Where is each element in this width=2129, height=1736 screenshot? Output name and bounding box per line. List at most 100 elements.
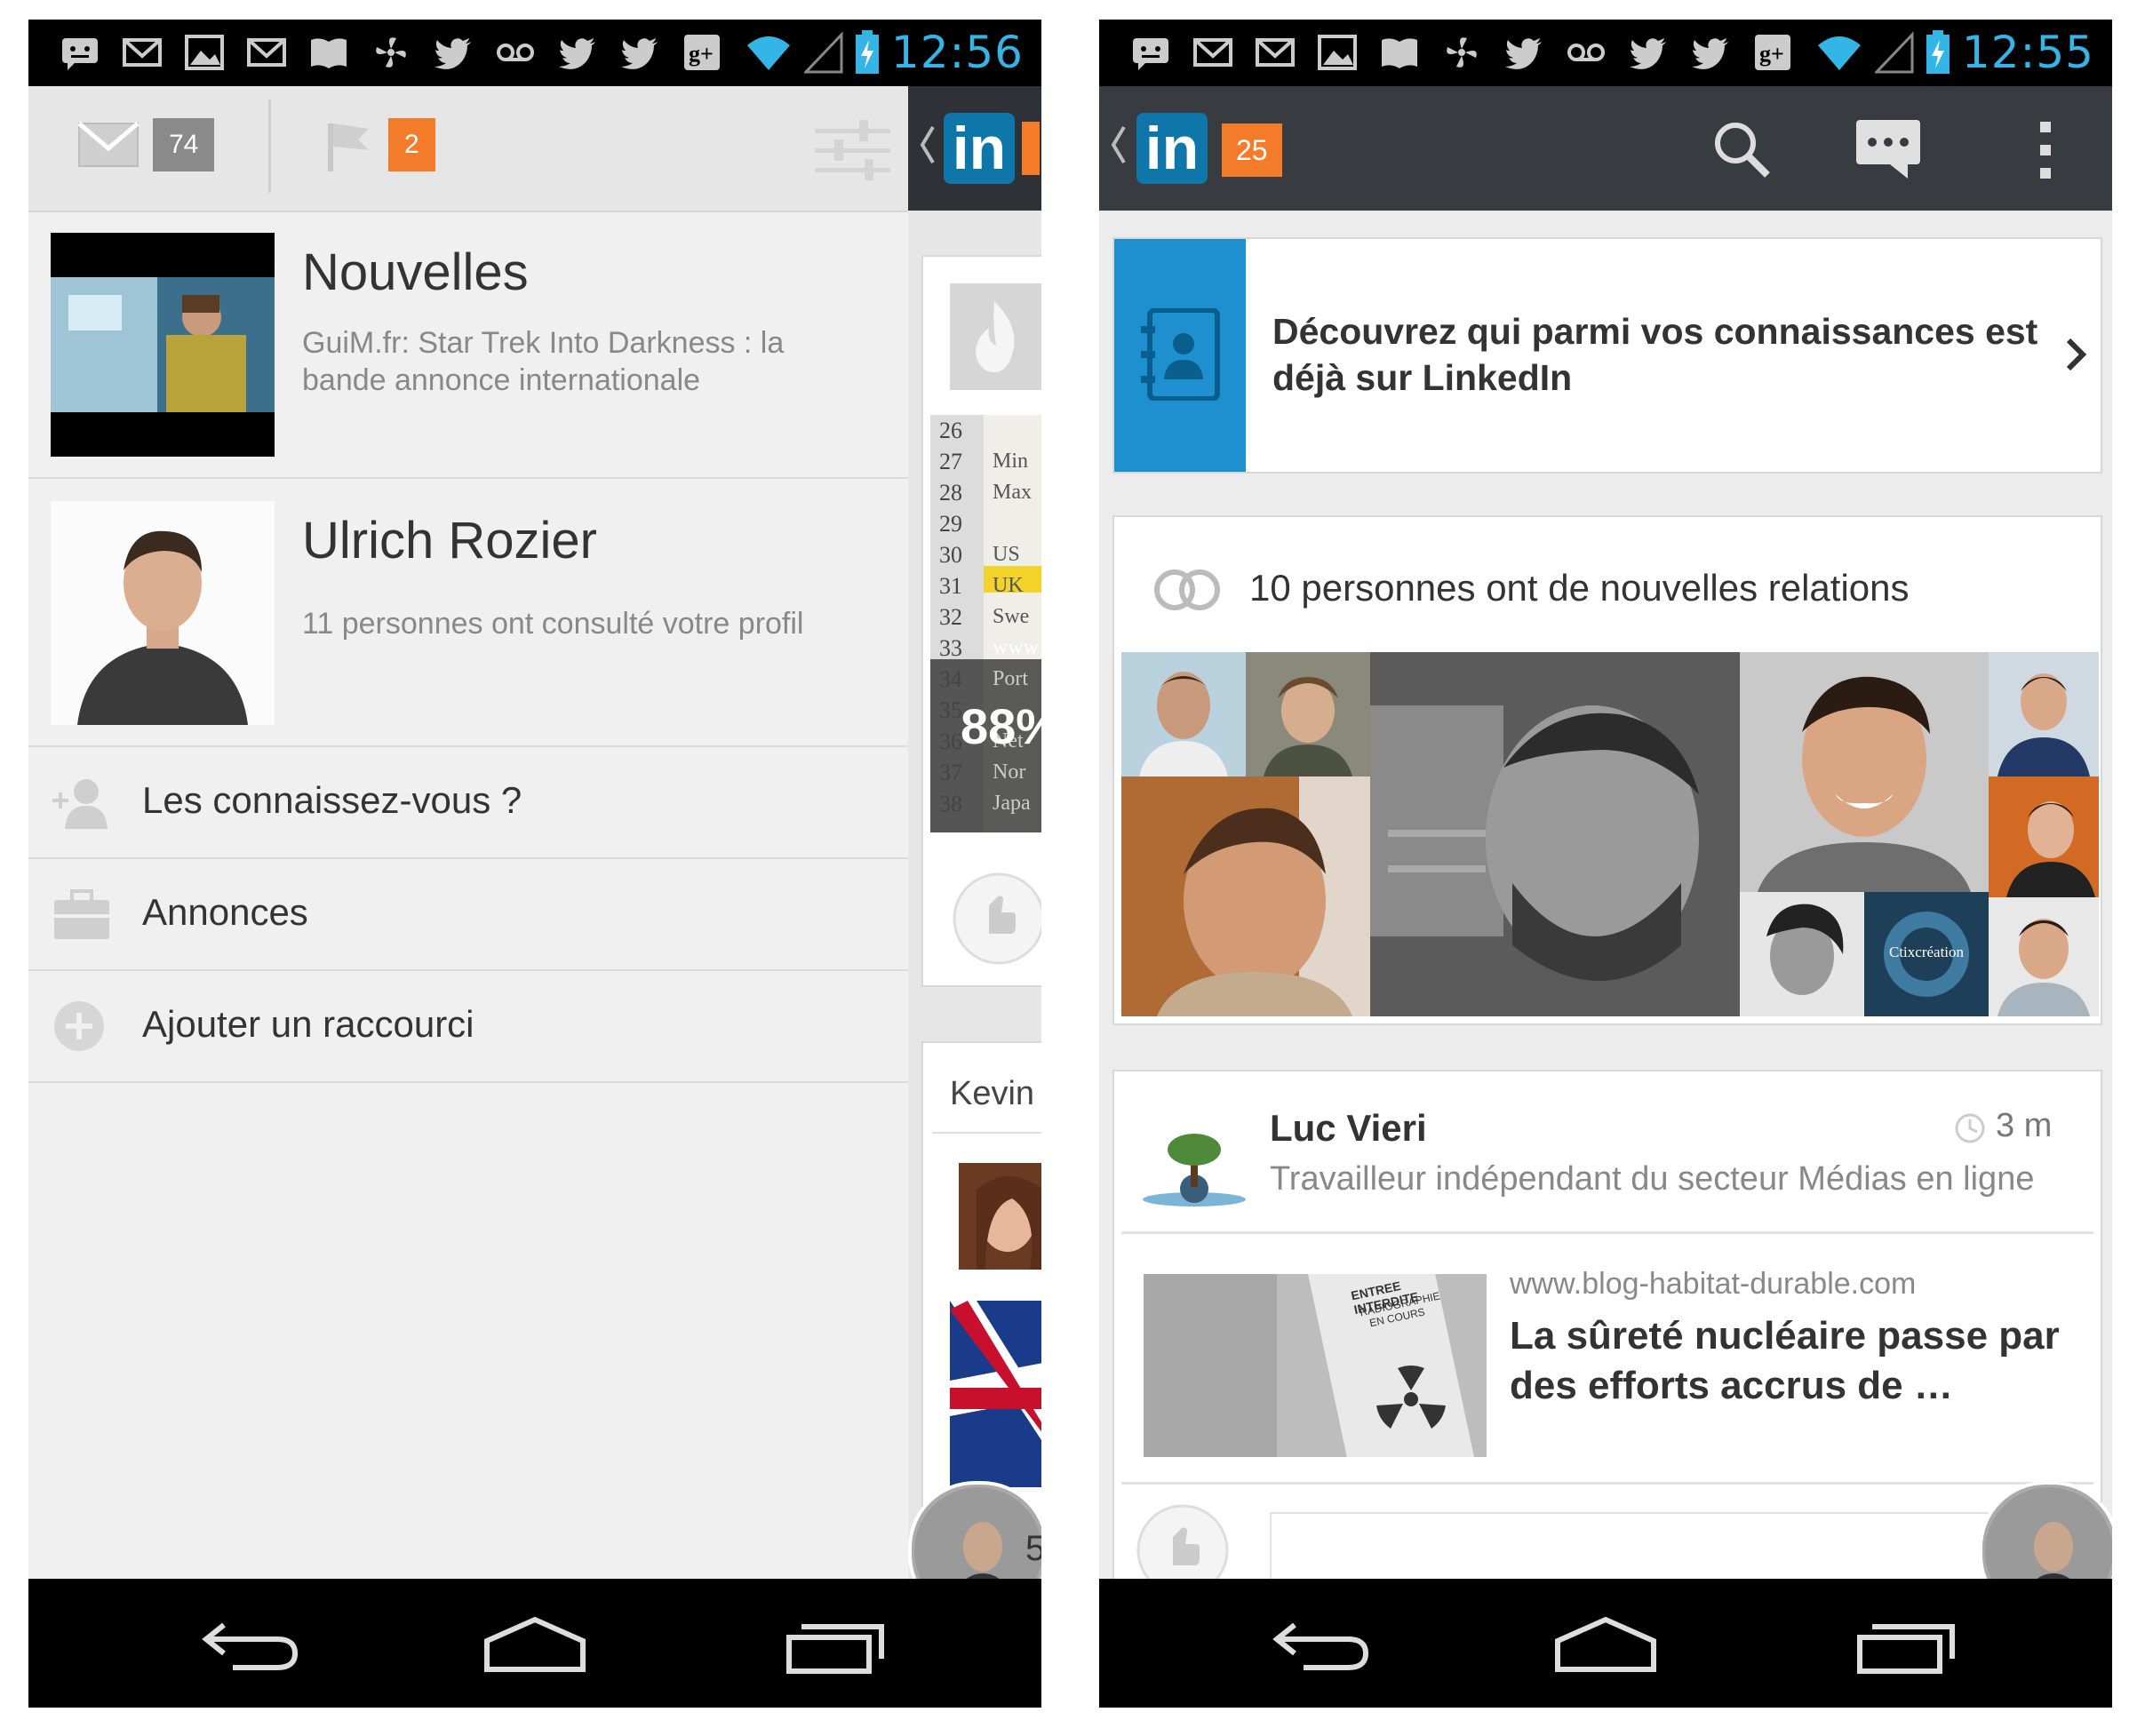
status-bar: g+ 12:56 <box>28 20 1041 86</box>
gmail-icon <box>242 30 291 75</box>
relation-photo[interactable] <box>1740 892 1864 1016</box>
plus-circle-icon <box>54 1001 104 1051</box>
chevron-left-icon[interactable] <box>919 123 937 166</box>
chat-head-avatar[interactable]: 5 <box>908 1481 1041 1579</box>
link-domain[interactable]: www.blog-habitat-durable.com <box>1510 1267 1916 1302</box>
flag-icon[interactable] <box>326 120 371 171</box>
messages-icon[interactable] <box>1854 118 1922 180</box>
inbox-icon[interactable] <box>77 122 140 168</box>
like-button-icon[interactable] <box>950 870 1041 968</box>
radiation-icon <box>1376 1366 1446 1429</box>
news-title: Nouvelles <box>302 243 529 301</box>
post-author[interactable]: Luc Vieri <box>1270 1107 1427 1150</box>
row-number: 34 <box>939 666 962 692</box>
news-card[interactable]: Nouvelles GuiM.fr: Star Trek Into Darkne… <box>28 211 908 479</box>
drawer-header: 74 2 <box>28 86 908 212</box>
voicemail-icon <box>490 30 540 75</box>
svg-text:g+: g+ <box>1759 41 1784 67</box>
notification-icons: g+ <box>55 30 727 75</box>
battery-charging-icon <box>855 30 879 74</box>
relations-text: 10 personnes ont de nouvelles relations <box>1249 567 1910 609</box>
home-button[interactable] <box>1552 1614 1659 1676</box>
cell-text: Max <box>993 481 1032 504</box>
relation-photo[interactable] <box>1989 776 2099 897</box>
google-plus-icon: g+ <box>677 30 727 75</box>
profile-card[interactable]: Ulrich Rozier 11 personnes ont consulté … <box>28 479 908 747</box>
twitter-icon <box>615 30 665 75</box>
twitter-icon <box>553 30 602 75</box>
cell-text: Port <box>993 667 1029 690</box>
recent-apps-button[interactable] <box>1854 1614 1961 1676</box>
briefcase-icon <box>54 889 109 939</box>
post-time: 3 m <box>1996 1107 2053 1144</box>
home-button[interactable] <box>482 1614 588 1676</box>
relation-photo[interactable] <box>1740 652 1989 892</box>
recent-apps-icon <box>1857 1624 1955 1674</box>
row-number: 37 <box>939 760 962 785</box>
new-relations-card[interactable]: 10 personnes ont de nouvelles relations … <box>1112 515 2102 1025</box>
avatar <box>1141 1128 1248 1208</box>
chevron-right-icon <box>2066 338 2087 371</box>
notifications-count-badge: 2 <box>388 118 435 171</box>
back-button[interactable] <box>1268 1614 1375 1676</box>
relation-photo[interactable] <box>1989 897 2099 1016</box>
address-book-icon <box>1141 308 1220 401</box>
peek-card: 26 27 28 29 30 31 32 33 34 35 36 37 38 M… <box>921 255 1041 987</box>
address-book-tile <box>1114 239 1246 472</box>
row-number: 33 <box>939 635 962 661</box>
article-thumbnail[interactable]: ENTREE INTERDITE RADIOGRAPHIE EN COURS <box>1144 1274 1487 1457</box>
relation-photo[interactable] <box>1370 652 1740 1016</box>
post-headline: Travailleur indépendant du secteur Média… <box>1270 1160 2035 1198</box>
search-icon[interactable] <box>1712 120 1771 179</box>
status-right: 12:55 <box>1814 27 2094 78</box>
relation-photo[interactable] <box>1246 652 1370 776</box>
back-button[interactable] <box>197 1614 304 1676</box>
svg-text:g+: g+ <box>689 41 714 67</box>
linkedin-logo-icon[interactable]: in <box>1136 113 1208 184</box>
relation-photo[interactable]: Ctixcréation <box>1864 892 1989 1016</box>
recent-apps-button[interactable] <box>784 1614 890 1676</box>
overflow-menu-icon[interactable] <box>2037 118 2054 182</box>
signal-icon <box>803 31 843 74</box>
navigation-bar <box>28 1579 1041 1708</box>
chevron-left-icon[interactable] <box>1110 123 1128 166</box>
menu-item-add-shortcut[interactable]: Ajouter un raccourci <box>28 971 908 1083</box>
row-number: 36 <box>939 729 962 754</box>
relation-photo[interactable] <box>1121 776 1370 1016</box>
flame-icon <box>950 283 1041 390</box>
chat-head-count: 5 <box>1025 1529 1041 1568</box>
relation-photo-label: Ctixcréation <box>1888 944 1965 960</box>
relation-photo[interactable] <box>1121 652 1246 776</box>
menu-item-jobs[interactable]: Annonces <box>28 859 908 971</box>
add-person-icon <box>52 779 108 829</box>
signal-icon <box>1874 31 1914 74</box>
menu-item-label: Ajouter un raccourci <box>142 1003 474 1045</box>
navigation-bar <box>1099 1579 2112 1708</box>
wifi-icon <box>1817 36 1861 70</box>
linkedin-logo-icon[interactable]: in <box>944 113 1015 184</box>
avatar <box>959 1163 1041 1270</box>
uk-flag-image <box>950 1301 1041 1487</box>
menu-item-label: Annonces <box>142 891 308 933</box>
back-icon <box>1272 1622 1369 1670</box>
cell-text: US <box>993 543 1020 566</box>
connections-icon <box>1154 569 1220 610</box>
feed-post-card[interactable]: Luc Vieri Travailleur indépendant du sec… <box>1112 1070 2102 1605</box>
home-icon <box>1555 1616 1656 1672</box>
peek-header: in <box>908 86 1041 211</box>
menu-item-people-you-may-know[interactable]: Les connaissez-vous ? <box>28 747 908 859</box>
row-number: 38 <box>939 791 962 816</box>
relation-photo[interactable] <box>1989 652 2099 776</box>
avatar <box>51 501 275 725</box>
twitter-icon <box>1686 30 1735 75</box>
news-thumbnail <box>51 233 275 457</box>
settings-sliders-icon[interactable] <box>815 116 890 183</box>
link-title[interactable]: La sûreté nucléaire passe par des effort… <box>1510 1311 2061 1411</box>
navigation-drawer: 74 2 Nouvelles GuiM.fr: Star Trek Into D… <box>28 86 908 1579</box>
divider <box>1121 1482 2093 1485</box>
chat-icon <box>55 30 105 75</box>
discover-connections-card[interactable]: Découvrez qui parmi vos connaissances es… <box>1112 237 2102 474</box>
notification-count-badge: 25 <box>1222 123 1282 177</box>
wifi-icon <box>746 36 790 70</box>
profile-views: 11 personnes ont consulté votre profil <box>302 607 804 641</box>
